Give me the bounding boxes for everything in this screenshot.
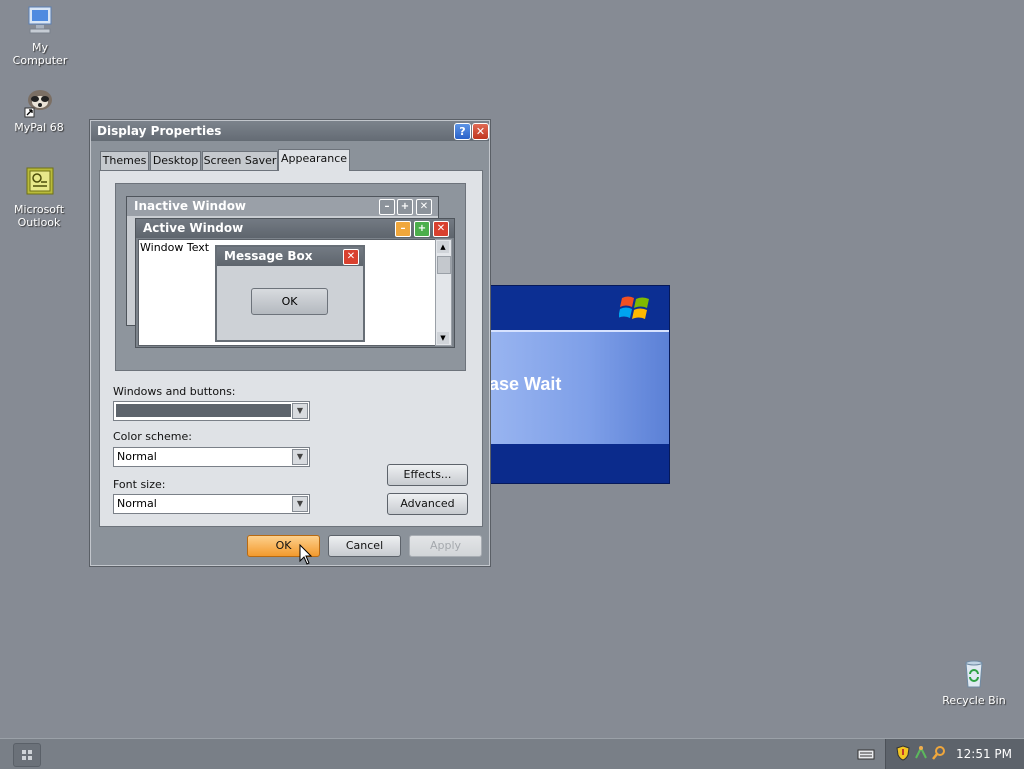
windows-flag-icon bbox=[619, 296, 649, 319]
effects-button[interactable]: Effects... bbox=[387, 464, 468, 486]
tab-desktop[interactable]: Desktop bbox=[150, 151, 201, 170]
dialog-titlebar[interactable]: Display Properties ? ✕ bbox=[91, 121, 489, 141]
network-icon[interactable] bbox=[913, 745, 929, 764]
scroll-thumb bbox=[437, 256, 451, 274]
window-text: Window Text bbox=[140, 241, 210, 254]
start-button[interactable] bbox=[13, 743, 41, 767]
raccoon-browser-icon bbox=[22, 84, 56, 118]
desktop-icon-recycle-bin[interactable]: Recycle Bin bbox=[938, 657, 1010, 707]
appearance-preview: Inactive Window – + ✕ Active Window – + … bbox=[115, 183, 466, 371]
preview-scrollbar: ▲ ▼ bbox=[435, 239, 452, 346]
keyboard-icon[interactable] bbox=[857, 747, 875, 760]
start-grid-icon bbox=[22, 750, 32, 760]
clock[interactable]: 12:51 PM bbox=[956, 747, 1012, 761]
tab-themes[interactable]: Themes bbox=[100, 151, 149, 170]
maximize-icon: + bbox=[414, 221, 430, 237]
tab-screen-saver[interactable]: Screen Saver bbox=[202, 151, 278, 170]
message-box-preview: Message Box ✕ OK bbox=[215, 245, 365, 342]
font-size-label: Font size: bbox=[113, 478, 166, 491]
minimize-icon: – bbox=[379, 199, 395, 215]
chevron-down-icon: ▼ bbox=[292, 496, 308, 512]
tab-appearance[interactable]: Appearance bbox=[278, 149, 350, 171]
dialog-title: Display Properties bbox=[97, 124, 222, 138]
apply-button[interactable]: Apply bbox=[409, 535, 482, 557]
please-wait-message: ase Wait bbox=[490, 374, 562, 394]
icon-label: Microsoft bbox=[13, 203, 65, 216]
maximize-icon: + bbox=[397, 199, 413, 215]
outlook-icon bbox=[22, 166, 56, 200]
close-button[interactable]: ✕ bbox=[472, 123, 489, 140]
icon-label: Computer bbox=[12, 54, 68, 67]
scroll-up-icon: ▲ bbox=[437, 241, 449, 253]
color-scheme-label: Color scheme: bbox=[113, 430, 192, 443]
icon-label: My bbox=[31, 41, 48, 54]
computer-icon bbox=[23, 4, 57, 38]
appearance-panel: Inactive Window – + ✕ Active Window – + … bbox=[99, 170, 483, 527]
mouse-cursor-icon bbox=[299, 544, 313, 565]
font-size-select[interactable]: Normal ▼ bbox=[113, 494, 310, 514]
close-icon: ✕ bbox=[343, 249, 359, 265]
icon-label: MyPal 68 bbox=[14, 121, 64, 134]
close-icon: ✕ bbox=[475, 125, 486, 138]
message-box-title: Message Box bbox=[217, 247, 363, 266]
search-icon[interactable] bbox=[931, 745, 947, 764]
advanced-button[interactable]: Advanced bbox=[387, 493, 468, 515]
desktop-icon-my-computer[interactable]: My Computer bbox=[4, 4, 76, 67]
color-scheme-select[interactable]: Normal ▼ bbox=[113, 447, 310, 467]
desktop-icon-outlook[interactable]: Microsoft Outlook bbox=[3, 166, 75, 229]
display-properties-dialog: Display Properties ? ✕ Themes Desktop Sc… bbox=[89, 119, 491, 567]
help-icon: ? bbox=[459, 125, 466, 138]
select-value: Normal bbox=[117, 497, 157, 510]
minimize-icon: – bbox=[395, 221, 411, 237]
icon-label: Outlook bbox=[17, 216, 61, 229]
chevron-down-icon: ▼ bbox=[292, 449, 308, 465]
select-value: Normal bbox=[117, 450, 157, 463]
scroll-down-icon: ▼ bbox=[437, 332, 449, 344]
icon-label: Recycle Bin bbox=[942, 694, 1006, 707]
cancel-button[interactable]: Cancel bbox=[328, 535, 401, 557]
close-icon: ✕ bbox=[416, 199, 432, 215]
please-wait-window: ase Wait bbox=[490, 285, 670, 484]
selected-style-swatch bbox=[116, 404, 291, 417]
taskbar: 12:51 PM bbox=[0, 738, 1024, 769]
desktop-icon-mypal[interactable]: MyPal 68 bbox=[3, 84, 75, 134]
windows-buttons-select[interactable]: ▼ bbox=[113, 401, 310, 421]
chevron-down-icon: ▼ bbox=[292, 403, 308, 419]
splash-footer bbox=[491, 444, 669, 483]
security-shield-icon[interactable] bbox=[896, 745, 910, 764]
message-box-ok-button: OK bbox=[251, 288, 328, 315]
close-icon: ✕ bbox=[433, 221, 449, 237]
windows-buttons-label: Windows and buttons: bbox=[113, 385, 236, 398]
help-button[interactable]: ? bbox=[454, 123, 471, 140]
recycle-bin-icon bbox=[957, 657, 991, 691]
